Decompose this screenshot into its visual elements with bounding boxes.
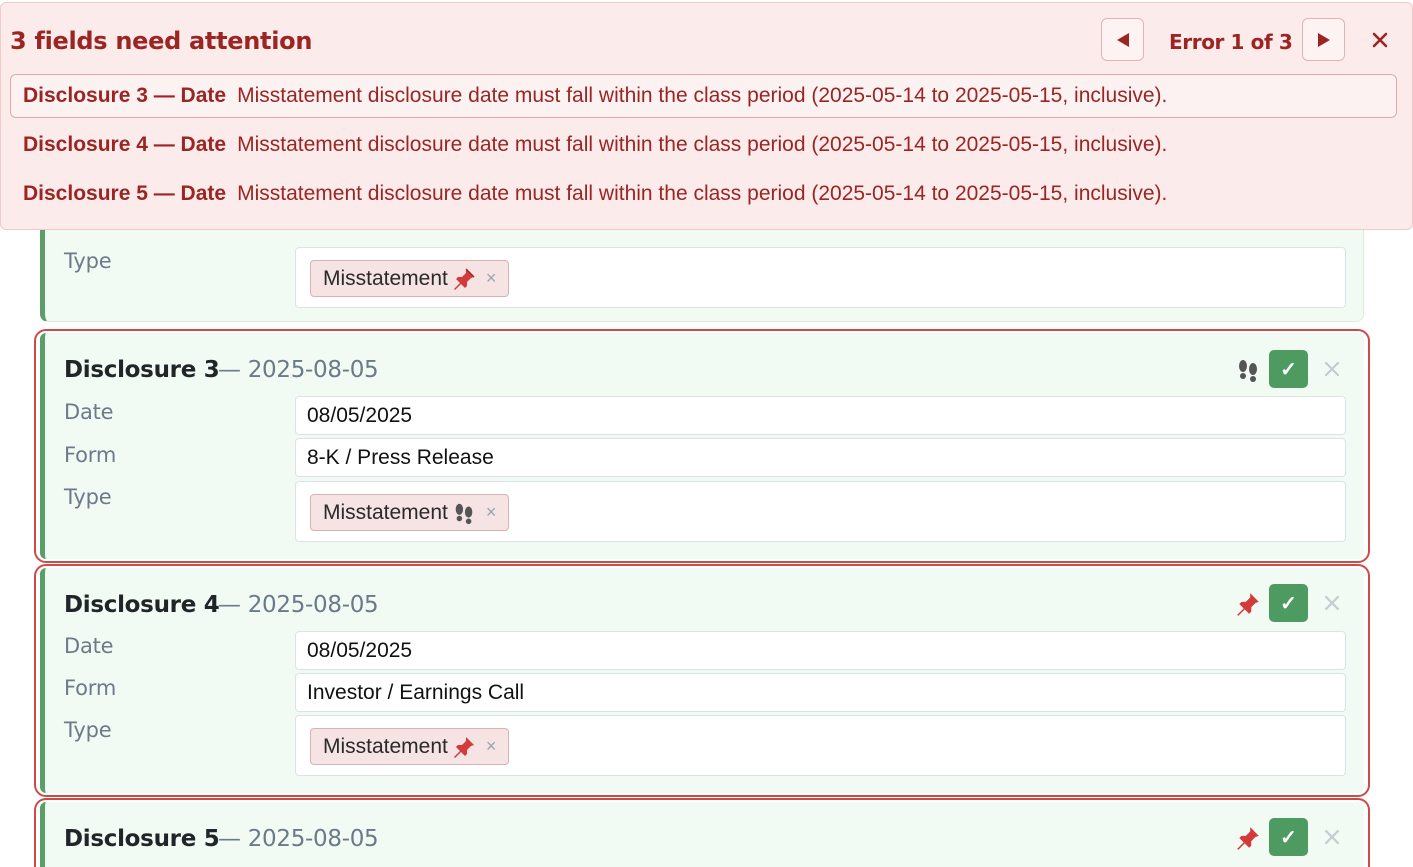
footprints-icon [452, 501, 476, 525]
type-label: Type [64, 718, 112, 742]
error-field-label: Disclosure 5 — Date [23, 182, 227, 205]
confirm-button[interactable]: ✓ [1269, 584, 1308, 622]
remove-tag-button[interactable]: × [486, 502, 497, 523]
confirm-button[interactable]: ✓ [1269, 350, 1308, 388]
date-label: Date [64, 634, 114, 658]
disclosure-title: Disclosure 3 [64, 357, 220, 383]
type-tag: Misstatement × [310, 260, 510, 297]
error-message: Misstatement disclosure date must fall w… [237, 182, 1168, 205]
type-label: Type [64, 249, 112, 273]
type-tag-field[interactable]: Misstatement × [295, 715, 1346, 776]
form-label: Form [64, 676, 117, 700]
error-message: Misstatement disclosure date must fall w… [237, 84, 1168, 107]
pushpin-icon[interactable] [1233, 823, 1263, 853]
disclosure-title: Disclosure 5 [64, 826, 220, 852]
previous-error-button[interactable] [1101, 18, 1144, 61]
pushpin-icon[interactable] [1233, 589, 1263, 619]
type-tag-label: Misstatement [323, 266, 448, 290]
form-input[interactable]: 8-K / Press Release [295, 438, 1346, 477]
type-tag-label: Misstatement [323, 734, 448, 758]
pushpin-icon [452, 735, 476, 759]
error-message: Misstatement disclosure date must fall w… [237, 133, 1168, 156]
close-icon [1324, 829, 1340, 845]
next-error-button[interactable] [1302, 18, 1345, 61]
disclosure-title: Disclosure 4 [64, 592, 220, 618]
type-tag-field[interactable]: Misstatement × [295, 481, 1346, 542]
type-tag: Misstatement × [310, 728, 510, 765]
disclosure-card: Disclosure 3 — 2025-08-05 ✓ Date 08/05/2… [40, 333, 1364, 559]
pushpin-icon [452, 267, 476, 291]
triangle-right-icon [1317, 32, 1330, 47]
date-input[interactable]: 08/05/2025 [295, 396, 1346, 435]
error-item[interactable]: Disclosure 4 — Date Misstatement disclos… [10, 123, 1397, 167]
disclosure-card: Disclosure 4 — 2025-08-05 ✓ Date 08/05/2… [40, 568, 1364, 793]
remove-tag-button[interactable]: × [486, 736, 497, 757]
type-label: Type [64, 485, 112, 509]
close-banner-button[interactable] [1367, 27, 1393, 53]
error-banner: 3 fields need attention Error 1 of 3 Dis… [0, 2, 1413, 230]
error-banner-title: 3 fields need attention [10, 27, 313, 55]
error-counter: Error 1 of 3 [1169, 30, 1293, 54]
close-icon [1324, 595, 1340, 611]
close-icon [1372, 32, 1388, 48]
type-tag: Misstatement × [310, 494, 510, 531]
error-field-label: Disclosure 4 — Date [23, 133, 227, 156]
footprints-icon[interactable] [1233, 355, 1263, 385]
error-item[interactable]: Disclosure 5 — Date Misstatement disclos… [10, 172, 1397, 216]
disclosure-date-summary: — 2025-08-05 [218, 592, 379, 618]
close-icon [1324, 361, 1340, 377]
confirm-button[interactable]: ✓ [1269, 818, 1308, 856]
form-input[interactable]: Investor / Earnings Call [295, 673, 1346, 712]
triangle-left-icon [1116, 32, 1129, 47]
type-tag-field[interactable]: Misstatement × [295, 247, 1346, 308]
remove-disclosure-button[interactable] [1321, 358, 1343, 380]
error-item[interactable]: Disclosure 3 — Date Misstatement disclos… [10, 74, 1397, 118]
form-label: Form [64, 443, 117, 467]
type-tag-label: Misstatement [323, 500, 448, 524]
disclosure-date-summary: — 2025-08-05 [218, 357, 379, 383]
date-input[interactable]: 08/05/2025 [295, 631, 1346, 670]
disclosure-date-summary: — 2025-08-05 [218, 826, 379, 852]
error-field-label: Disclosure 3 — Date [23, 84, 227, 107]
remove-disclosure-button[interactable] [1321, 592, 1343, 614]
disclosure-card: Type Misstatement × [40, 230, 1364, 322]
remove-disclosure-button[interactable] [1321, 826, 1343, 848]
disclosure-card: Disclosure 5 — 2025-08-05 ✓ [40, 802, 1364, 867]
remove-tag-button[interactable]: × [486, 268, 497, 289]
date-label: Date [64, 400, 114, 424]
